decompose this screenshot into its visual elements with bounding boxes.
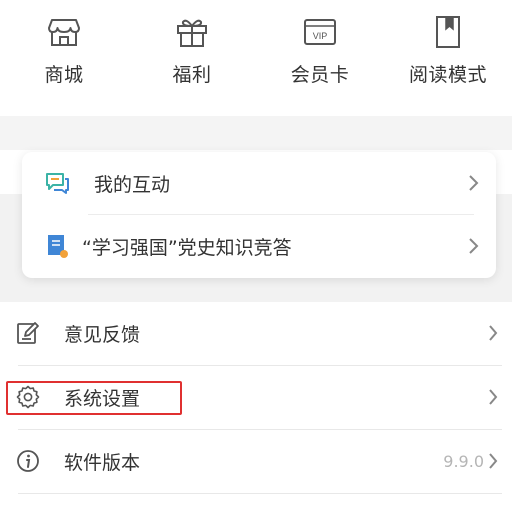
vip-badge-text: VIP <box>313 31 328 41</box>
vip-card-icon: VIP <box>304 19 336 45</box>
shop-icon <box>48 19 80 46</box>
card-divider <box>88 214 474 215</box>
card-item-study-quiz[interactable]: “学习强国”党史知识竞答 <box>22 216 496 278</box>
interaction-card: 我的互动 “学习强国”党史知识竞答 <box>22 152 496 278</box>
settings-item-software-version[interactable]: 软件版本 9.9.0 <box>0 430 512 492</box>
card-item-my-interaction[interactable]: 我的互动 <box>22 152 496 214</box>
gift-icon <box>177 19 207 47</box>
card-item-label: 我的互动 <box>94 174 171 196</box>
quick-action-reading-mode[interactable]: 阅读模式 <box>384 0 512 112</box>
settings-item-label: 软件版本 <box>64 452 141 474</box>
chevron-right-icon <box>469 175 479 191</box>
edit-icon <box>17 322 39 344</box>
quick-action-mall[interactable]: 商城 <box>0 0 128 112</box>
quick-action-label: 阅读模式 <box>408 64 487 86</box>
settings-item-label: 意见反馈 <box>64 324 141 346</box>
version-value: 9.9.0 <box>443 452 484 471</box>
chevron-right-icon <box>489 453 498 469</box>
chat-icon <box>46 173 69 194</box>
quick-actions-bar: 商城 福利 VIP 会员卡 阅读模式 <box>0 0 512 112</box>
quick-action-label: 福利 <box>172 64 212 86</box>
quick-action-label: 会员卡 <box>290 64 350 86</box>
quick-action-vip-card[interactable]: VIP 会员卡 <box>256 0 384 112</box>
section-separator <box>0 116 512 150</box>
settings-item-feedback[interactable]: 意见反馈 <box>0 302 512 364</box>
quick-action-welfare[interactable]: 福利 <box>128 0 256 112</box>
list-divider <box>18 493 502 494</box>
chevron-right-icon <box>469 238 479 254</box>
bookmark-icon <box>436 16 460 48</box>
info-icon <box>17 450 39 472</box>
quiz-icon <box>48 235 68 258</box>
chevron-right-icon <box>489 325 498 341</box>
quick-action-label: 商城 <box>44 64 84 86</box>
chevron-right-icon <box>489 389 498 405</box>
highlight-box-system-settings <box>6 381 182 415</box>
card-item-label: “学习强国”党史知识竞答 <box>82 237 292 259</box>
